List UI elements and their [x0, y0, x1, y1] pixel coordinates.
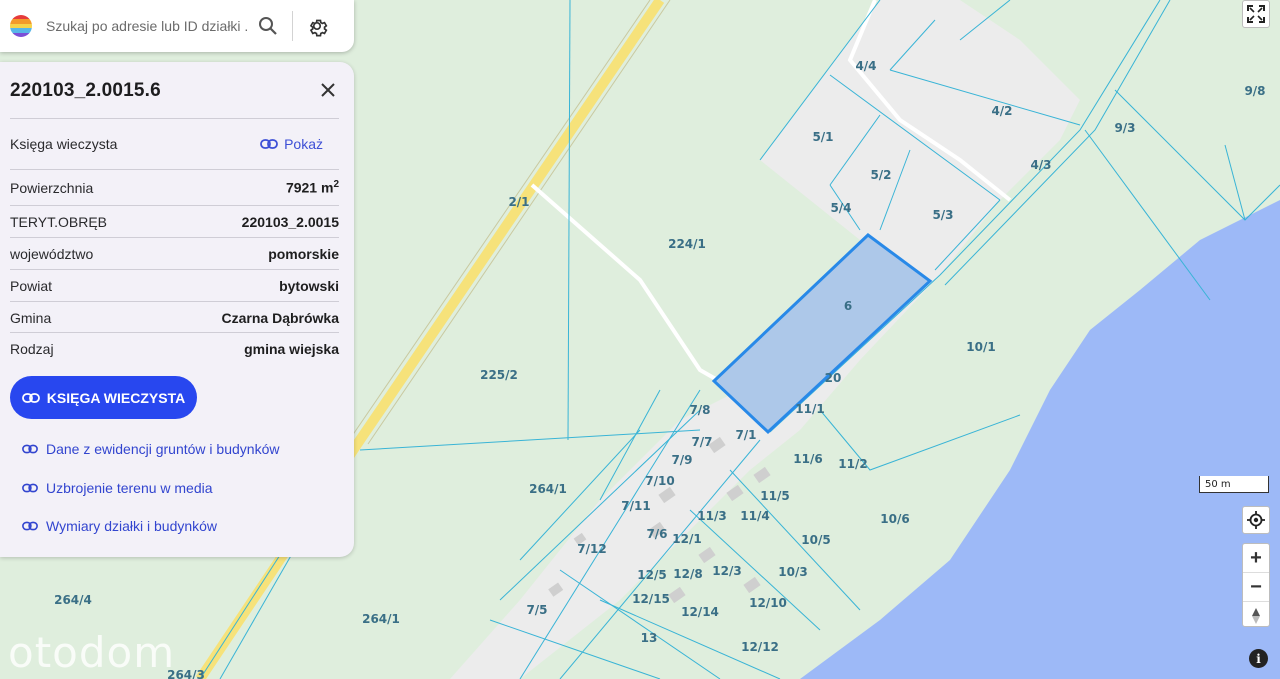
svg-text:10/6: 10/6	[880, 512, 909, 526]
gear-icon[interactable]	[297, 6, 337, 46]
zoom-in-button[interactable]: +	[1243, 544, 1269, 572]
svg-text:10/3: 10/3	[778, 565, 807, 579]
fullscreen-icon[interactable]	[1242, 0, 1270, 28]
svg-text:7/9: 7/9	[671, 453, 692, 467]
show-link-label: Pokaż	[284, 136, 323, 152]
svg-text:224/1: 224/1	[668, 237, 706, 251]
show-link[interactable]: Pokaż	[260, 136, 323, 152]
registry-data-link[interactable]: Dane z ewidencji gruntów i budynków	[22, 441, 279, 457]
utilities-link-label: Uzbrojenie terenu w media	[46, 480, 213, 496]
svg-text:5/1: 5/1	[812, 130, 833, 144]
svg-text:4/4: 4/4	[855, 59, 876, 73]
svg-text:7/10: 7/10	[645, 474, 674, 488]
svg-text:9/3: 9/3	[1114, 121, 1135, 135]
type-value: gmina wiejska	[244, 340, 339, 357]
land-register-button-label: KSIĘGA WIECZYSTA	[46, 389, 186, 406]
county-row: Powiat bytowski	[10, 269, 339, 301]
type-label: Rodzaj	[10, 340, 54, 357]
svg-text:9/8: 9/8	[1244, 84, 1265, 98]
teryt-value: 220103_2.0015	[241, 213, 339, 230]
svg-text:7/6: 7/6	[646, 527, 667, 541]
svg-text:12/12: 12/12	[741, 640, 779, 654]
teryt-label: TERYT.OBRĘB	[10, 213, 107, 230]
zoom-out-button[interactable]: −	[1243, 572, 1269, 601]
parcel-info-panel: 220103_2.0015.6 Księga wieczysta Pokaż P…	[0, 62, 354, 557]
svg-text:12/3: 12/3	[712, 564, 741, 578]
svg-text:11/2: 11/2	[838, 457, 867, 471]
voivodeship-value: pomorskie	[268, 245, 339, 262]
link-icon	[22, 483, 38, 493]
dimensions-link[interactable]: Wymiary działki i budynków	[22, 518, 217, 534]
link-icon	[21, 392, 40, 403]
svg-text:11/3: 11/3	[697, 509, 726, 523]
county-value: bytowski	[279, 277, 339, 294]
svg-text:7/12: 7/12	[577, 542, 606, 556]
commune-row: Gmina Czarna Dąbrówka	[10, 301, 339, 333]
type-row: Rodzaj gmina wiejska	[10, 332, 339, 364]
svg-text:4/3: 4/3	[1030, 158, 1051, 172]
land-register-label: Księga wieczysta	[10, 136, 118, 152]
svg-text:264/4: 264/4	[54, 593, 92, 607]
app-logo	[10, 15, 32, 37]
locate-icon[interactable]	[1242, 506, 1270, 534]
svg-text:225/2: 225/2	[480, 368, 518, 382]
land-register-button[interactable]: KSIĘGA WIECZYSTA	[10, 376, 197, 419]
svg-text:11/5: 11/5	[760, 489, 789, 503]
svg-text:264/1: 264/1	[362, 612, 400, 626]
area-label: Powierzchnia	[10, 179, 94, 196]
search-icon[interactable]	[248, 6, 288, 46]
parcel-title: 220103_2.0015.6	[10, 80, 161, 101]
teryt-row: TERYT.OBRĘB 220103_2.0015	[10, 205, 339, 237]
search-input[interactable]: Szukaj po adresie lub ID działki ...	[46, 18, 248, 34]
svg-text:10/1: 10/1	[966, 340, 995, 354]
svg-text:12/5: 12/5	[637, 568, 666, 582]
svg-text:5/3: 5/3	[932, 208, 953, 222]
svg-text:11/1: 11/1	[795, 402, 824, 416]
close-icon[interactable]	[314, 76, 342, 104]
svg-text:264/1: 264/1	[529, 482, 567, 496]
svg-text:12/1: 12/1	[672, 532, 701, 546]
svg-text:7/11: 7/11	[621, 499, 650, 513]
area-value: 7921 m2	[285, 179, 339, 196]
link-icon	[22, 521, 38, 531]
svg-text:11/6: 11/6	[793, 452, 822, 466]
svg-text:7/5: 7/5	[526, 603, 547, 617]
svg-text:13: 13	[641, 631, 658, 645]
commune-label: Gmina	[10, 309, 52, 326]
county-label: Powiat	[10, 277, 53, 294]
watermark: otodom	[8, 628, 176, 677]
registry-data-link-label: Dane z ewidencji gruntów i budynków	[46, 441, 280, 457]
land-register-row: Księga wieczysta Pokaż	[10, 118, 339, 169]
svg-text:5/4: 5/4	[830, 201, 851, 215]
divider	[292, 11, 293, 41]
link-icon	[22, 444, 38, 454]
svg-text:7/1: 7/1	[735, 428, 756, 442]
svg-text:7/8: 7/8	[689, 403, 710, 417]
dimensions-link-label: Wymiary działki i budynków	[46, 518, 218, 534]
search-bar: Szukaj po adresie lub ID działki ...	[0, 0, 354, 52]
svg-text:11/4: 11/4	[740, 509, 769, 523]
info-icon[interactable]: i	[1249, 649, 1268, 668]
svg-text:12/14: 12/14	[681, 605, 719, 619]
voivodeship-row: województwo pomorskie	[10, 237, 339, 269]
zoom-controls: + −	[1242, 543, 1270, 627]
compass-icon[interactable]	[1243, 601, 1269, 630]
svg-text:12/10: 12/10	[749, 596, 787, 610]
svg-text:12/8: 12/8	[673, 567, 702, 581]
area-row: Powierzchnia 7921 m2	[10, 169, 339, 205]
svg-text:10/5: 10/5	[801, 533, 830, 547]
svg-text:2/1: 2/1	[508, 195, 529, 209]
svg-text:5/2: 5/2	[870, 168, 891, 182]
svg-text:20: 20	[825, 371, 842, 385]
commune-value: Czarna Dąbrówka	[221, 309, 339, 326]
svg-text:12/15: 12/15	[632, 592, 670, 606]
link-icon	[260, 139, 278, 149]
voivodeship-label: województwo	[10, 245, 94, 262]
svg-text:7/7: 7/7	[691, 435, 712, 449]
scale-bar: 50 m	[1199, 476, 1269, 493]
svg-text:4/2: 4/2	[991, 104, 1012, 118]
utilities-link[interactable]: Uzbrojenie terenu w media	[22, 480, 213, 496]
svg-text:6: 6	[844, 299, 852, 313]
